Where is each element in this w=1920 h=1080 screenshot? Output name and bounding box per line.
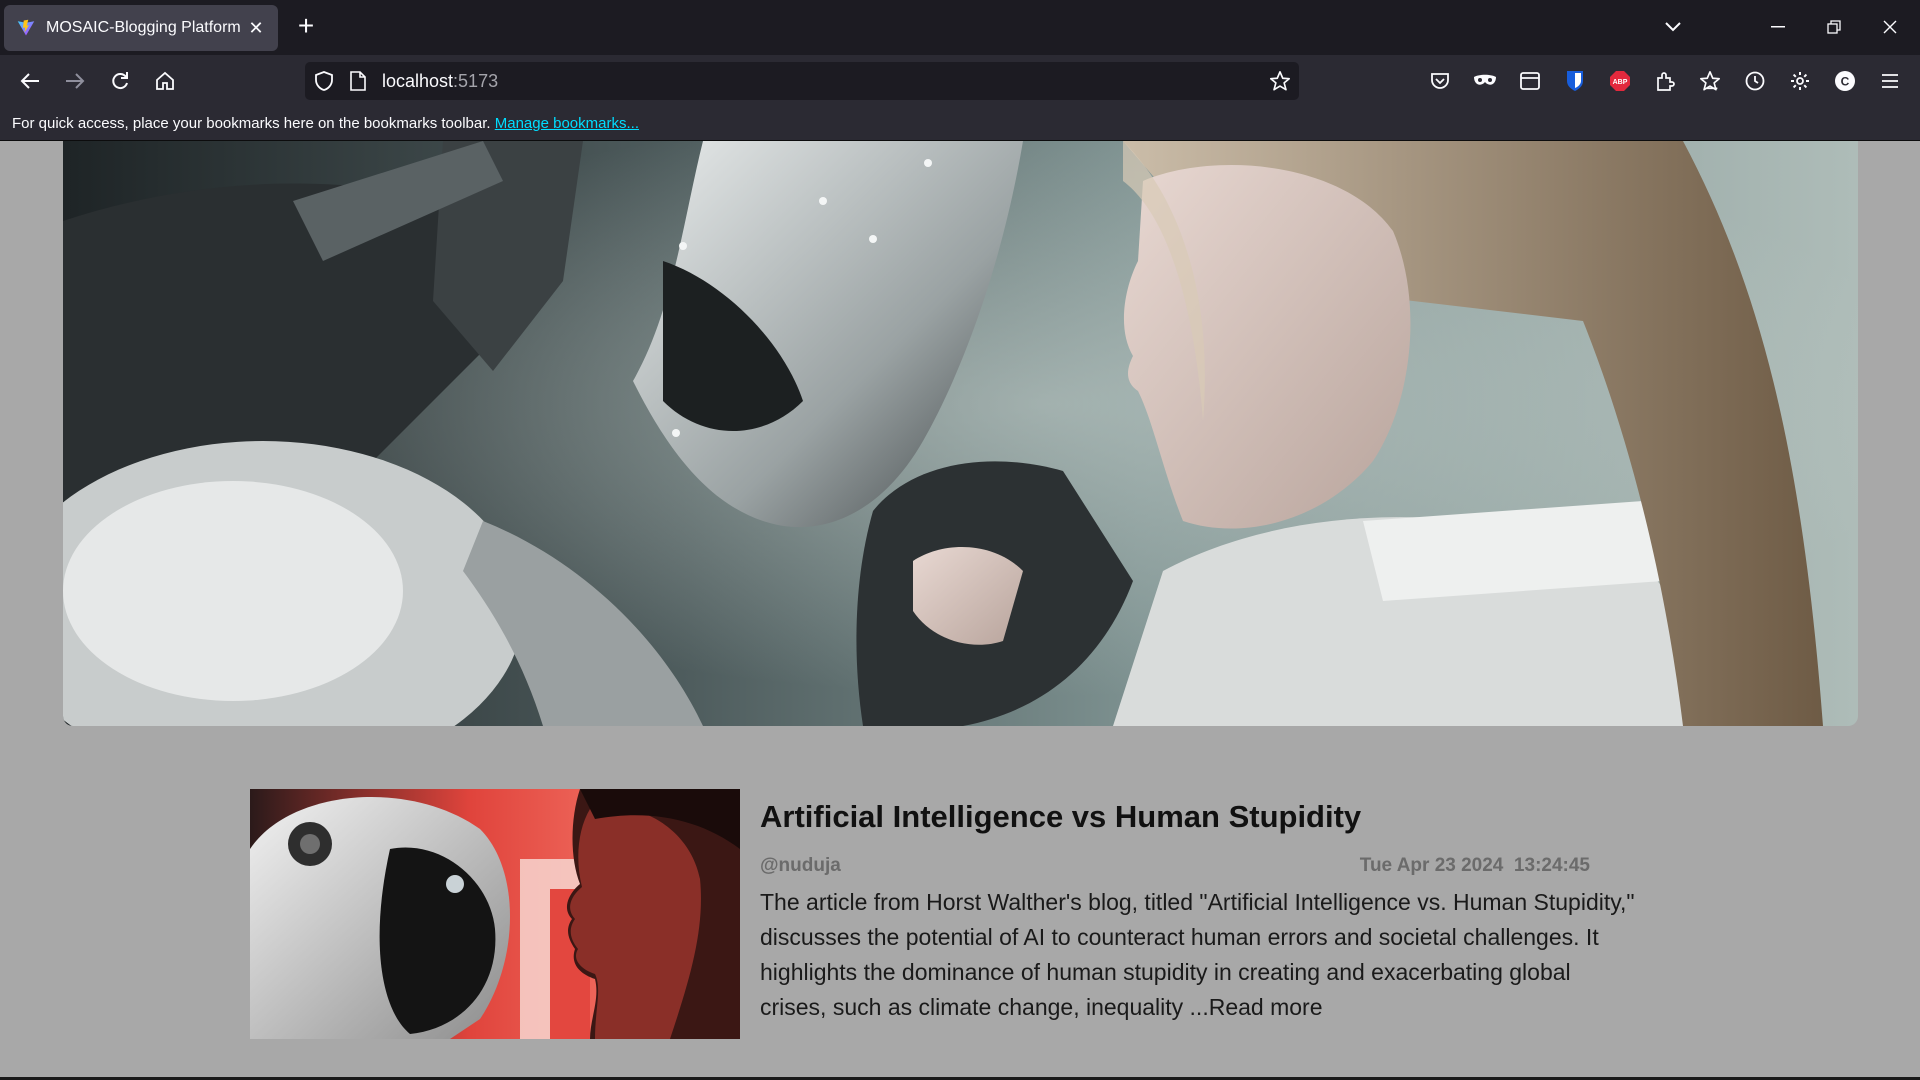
extensions-icon[interactable] — [1648, 64, 1682, 98]
browser-tab-active[interactable]: MOSAIC-Blogging Platform ✕ — [4, 5, 278, 51]
url-host: localhost — [382, 71, 454, 91]
sidebar-icon[interactable] — [1513, 64, 1547, 98]
pocket-icon[interactable] — [1423, 64, 1457, 98]
bookmarks-menu-icon[interactable] — [1693, 64, 1727, 98]
page-icon[interactable] — [350, 71, 366, 96]
svg-text:C: C — [1841, 75, 1850, 89]
bookmarks-message: For quick access, place your bookmarks h… — [12, 115, 491, 132]
incognito-mask-icon[interactable] — [1468, 64, 1502, 98]
bitwarden-icon[interactable] — [1558, 64, 1592, 98]
read-more-link[interactable]: Read more — [1209, 994, 1323, 1020]
forward-button[interactable] — [58, 64, 92, 98]
url-port: :5173 — [453, 71, 499, 91]
post-title[interactable]: Artificial Intelligence vs Human Stupidi… — [760, 799, 1361, 835]
minimize-window-button[interactable] — [1760, 10, 1796, 44]
close-window-button[interactable] — [1872, 10, 1908, 44]
close-tab-icon[interactable]: ✕ — [244, 16, 268, 40]
post-excerpt-text: The article from Horst Walther's blog, t… — [760, 889, 1635, 1020]
tab-bar: MOSAIC-Blogging Platform ✕ + — [0, 0, 1920, 55]
url-text[interactable]: localhost:5173 — [382, 62, 498, 100]
bookmark-star-icon[interactable] — [1269, 70, 1291, 97]
list-all-tabs-button[interactable] — [1655, 10, 1691, 44]
page-content: Artificial Intelligence vs Human Stupidi… — [0, 141, 1920, 1080]
hamburger-menu-icon[interactable] — [1873, 64, 1907, 98]
new-tab-button[interactable]: + — [292, 12, 320, 42]
post-card[interactable]: Artificial Intelligence vs Human Stupidi… — [250, 789, 1670, 1039]
post-author[interactable]: @nuduja — [760, 855, 841, 877]
navigation-toolbar: localhost:5173 ABP C — [0, 55, 1920, 107]
tab-title: MOSAIC-Blogging Platform — [46, 19, 241, 36]
hero-banner-image — [63, 141, 1858, 726]
manage-bookmarks-link[interactable]: Manage bookmarks... — [495, 115, 639, 132]
bookmarks-hint: For quick access, place your bookmarks h… — [12, 115, 639, 132]
tracking-shield-icon[interactable] — [315, 71, 333, 96]
adblock-plus-icon[interactable]: ABP — [1603, 64, 1637, 98]
account-icon[interactable]: C — [1828, 64, 1862, 98]
reload-button[interactable] — [103, 64, 137, 98]
bookmarks-toolbar: For quick access, place your bookmarks h… — [0, 107, 1920, 141]
home-button[interactable] — [148, 64, 182, 98]
address-bar[interactable]: localhost:5173 — [305, 62, 1299, 100]
vite-logo-icon — [16, 18, 36, 38]
post-thumbnail-image[interactable] — [250, 789, 740, 1039]
svg-text:ABP: ABP — [1613, 79, 1628, 86]
post-date: Tue Apr 23 2024 13:24:45 — [1359, 855, 1590, 876]
restore-window-button[interactable] — [1816, 10, 1852, 44]
back-button[interactable] — [13, 64, 47, 98]
post-excerpt: The article from Horst Walther's blog, t… — [760, 885, 1640, 1025]
settings-icon[interactable] — [1783, 64, 1817, 98]
history-icon[interactable] — [1738, 64, 1772, 98]
